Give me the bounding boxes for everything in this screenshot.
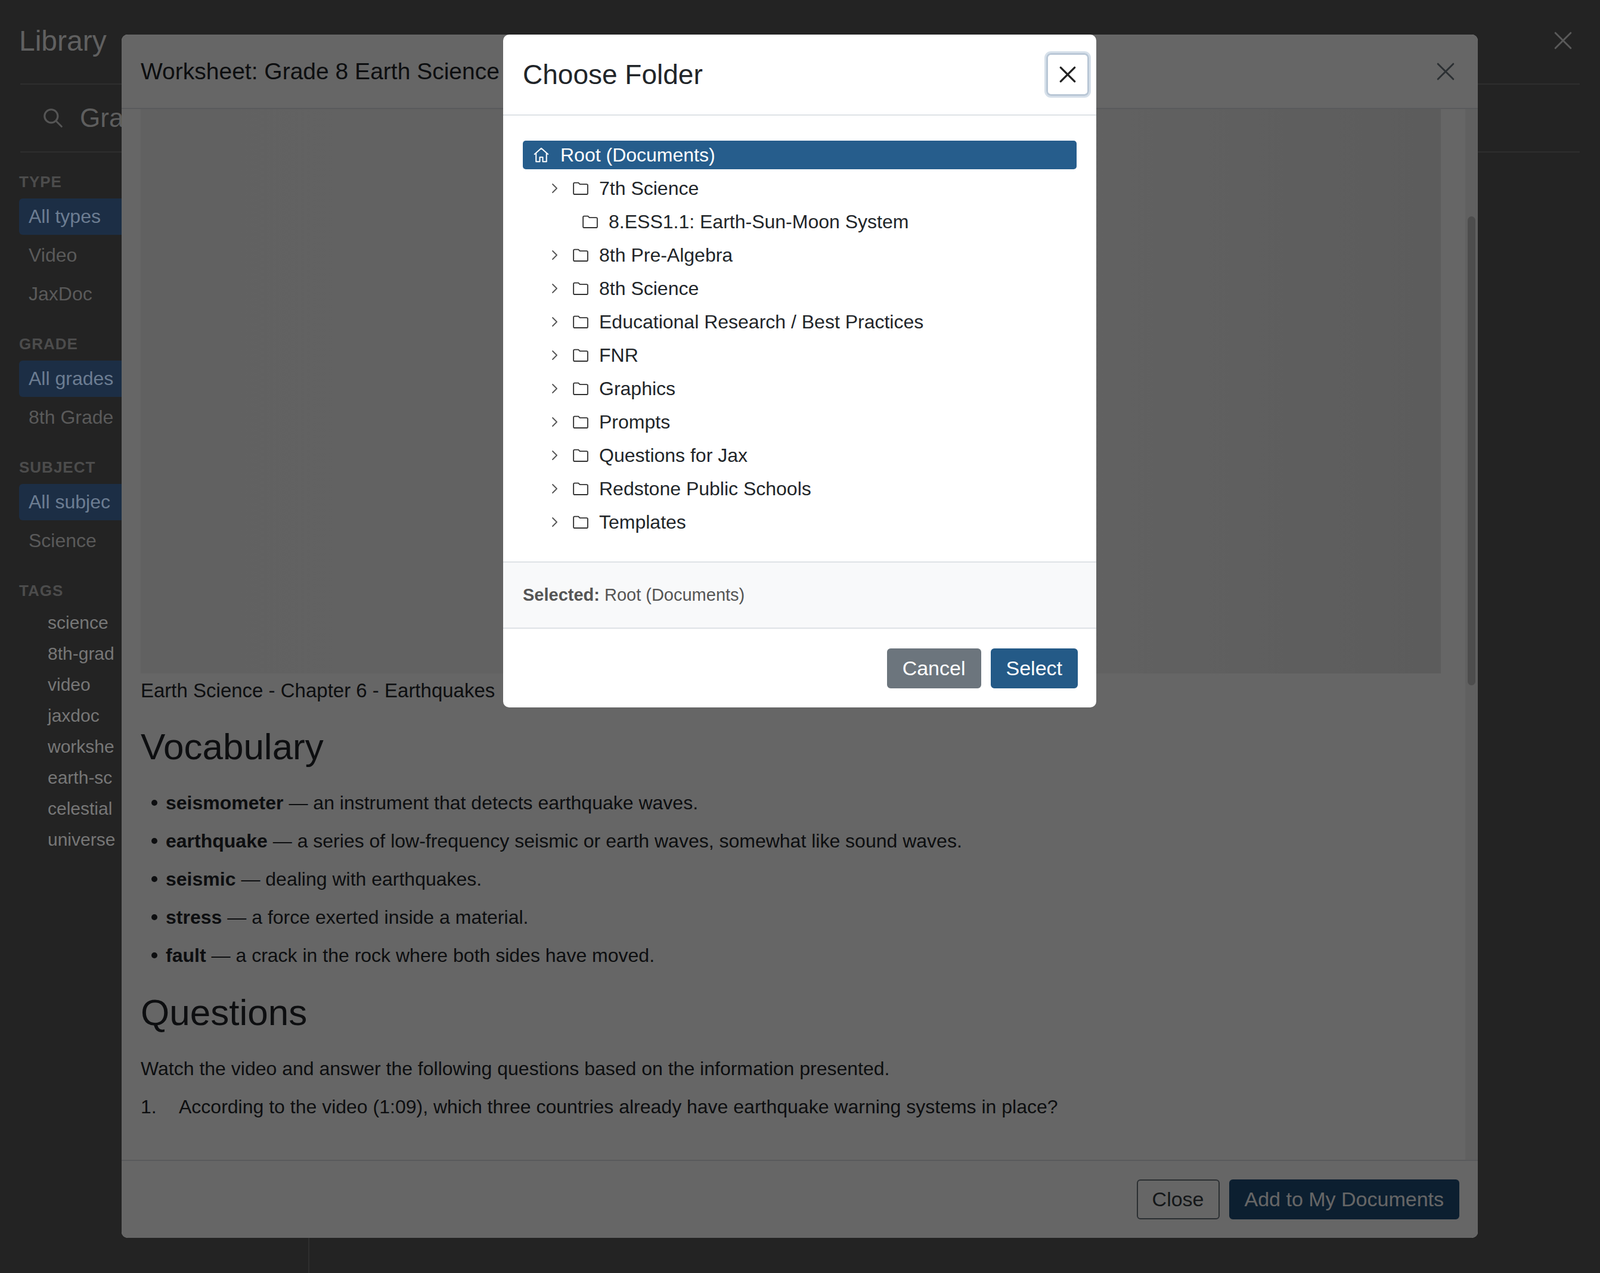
folder-icon	[571, 479, 590, 498]
tree-label: 8.ESS1.1: Earth-Sun-Moon System	[608, 211, 909, 234]
library-title: Library	[19, 24, 107, 58]
chevron-right-icon[interactable]	[547, 414, 562, 430]
folder-icon	[571, 446, 590, 465]
filter-option-label: 8th Grade	[28, 406, 114, 429]
selected-label: Selected:	[522, 585, 600, 606]
tree-label: Root (Documents)	[560, 144, 716, 167]
selected-value: Root (Documents)	[604, 585, 745, 606]
filter-option-label: JaxDoc	[28, 283, 93, 305]
dialog-footer: CancelSelect	[503, 628, 1097, 708]
folder-icon	[571, 513, 590, 532]
home-icon	[532, 146, 551, 164]
tree-row[interactable]: 8.ESS1.1: Earth-Sun-Moon System	[522, 207, 1077, 237]
tree-row[interactable]: Redstone Public Schools	[522, 474, 1077, 504]
tree-label: Redstone Public Schools	[599, 478, 812, 501]
folder-icon	[571, 246, 590, 265]
chevron-right-icon[interactable]	[547, 348, 562, 363]
tree-row[interactable]: Prompts	[522, 407, 1077, 437]
folder-icon	[571, 346, 590, 365]
tree-row[interactable]: 7th Science	[522, 174, 1077, 203]
chevron-right-icon[interactable]	[547, 247, 562, 263]
filter-option-label: Science	[28, 529, 97, 552]
filter-option-label: All subjec	[28, 491, 111, 513]
tree-row[interactable]: Educational Research / Best Practices	[522, 307, 1077, 337]
tree-label: Graphics	[599, 377, 676, 400]
chevron-right-icon[interactable]	[547, 314, 562, 330]
chevron-right-icon[interactable]	[547, 281, 562, 296]
chevron-spacer	[547, 214, 572, 229]
close-icon[interactable]	[1549, 27, 1577, 54]
select-button[interactable]: Select	[990, 648, 1079, 689]
folder-icon	[571, 279, 590, 298]
dialog-close-button[interactable]	[1046, 53, 1090, 96]
dialog-title: Choose Folder	[522, 58, 703, 91]
chevron-right-icon[interactable]	[547, 481, 562, 496]
chevron-right-icon[interactable]	[547, 181, 562, 196]
folder-tree: Root (Documents) 7th Science 8.ESS1.1: Ear…	[503, 115, 1097, 562]
tree-label: Questions for Jax	[599, 444, 748, 467]
tree-label: Prompts	[599, 411, 671, 434]
filter-option-label: All grades	[28, 367, 114, 390]
tree-row[interactable]: Templates	[522, 507, 1077, 537]
filter-option-label: All types	[28, 205, 101, 228]
folder-icon	[571, 312, 590, 331]
tree-label: Educational Research / Best Practices	[599, 311, 924, 334]
search-icon	[41, 106, 65, 130]
tree-row[interactable]: 8th Science	[522, 274, 1077, 303]
cancel-button[interactable]: Cancel	[887, 648, 982, 689]
filter-option-label: Video	[28, 244, 77, 266]
close-icon	[1055, 62, 1080, 87]
folder-icon	[571, 413, 590, 431]
chevron-right-icon[interactable]	[547, 381, 562, 396]
tree-row[interactable]: Graphics	[522, 374, 1077, 403]
chevron-right-icon[interactable]	[547, 515, 562, 530]
folder-icon	[571, 179, 590, 198]
folder-icon	[581, 212, 600, 231]
dialog-header: Choose Folder	[503, 34, 1097, 116]
tree-row[interactable]: Root (Documents)	[522, 140, 1077, 170]
selected-strip: Selected:Root (Documents)	[503, 561, 1097, 629]
choose-folder-dialog: Choose Folder Root (Documents) 7th Science…	[503, 34, 1097, 708]
tree-label: 8th Pre-Algebra	[599, 244, 733, 267]
tree-row[interactable]: FNR	[522, 340, 1077, 370]
folder-icon	[571, 379, 590, 398]
tree-label: 7th Science	[599, 177, 699, 200]
chevron-right-icon[interactable]	[547, 448, 562, 463]
tree-label: 8th Science	[599, 277, 699, 300]
tree-row[interactable]: Questions for Jax	[522, 441, 1077, 470]
tree-row[interactable]: 8th Pre-Algebra	[522, 240, 1077, 270]
tree-label: Templates	[599, 511, 687, 534]
tree-label: FNR	[599, 344, 639, 367]
